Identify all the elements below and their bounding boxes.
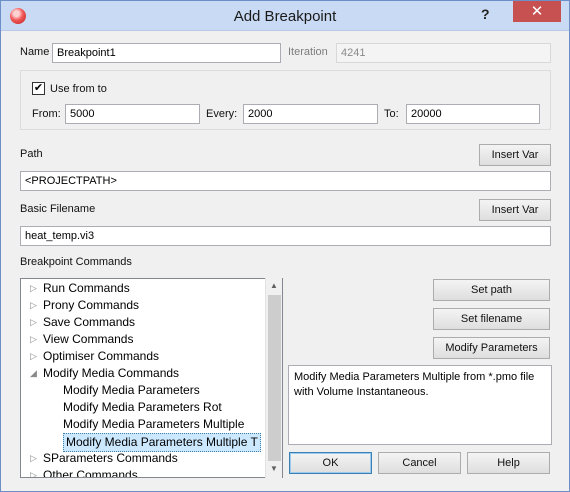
tree-item-label: Optimiser Commands <box>43 349 160 363</box>
ok-button[interactable]: OK <box>289 452 372 474</box>
collapsed-arrow-icon[interactable]: ▷ <box>30 297 37 314</box>
title-bar: Add Breakpoint ? ✕ <box>1 1 569 31</box>
command-description: Modify Media Parameters Multiple from *.… <box>288 365 552 445</box>
tree-item-label: Modify Media Commands <box>43 366 180 380</box>
tree-item-label: Other Commands <box>43 468 138 478</box>
collapsed-arrow-icon[interactable]: ▷ <box>30 280 37 297</box>
scroll-down-icon[interactable]: ▼ <box>266 461 282 477</box>
collapsed-arrow-icon[interactable]: ▷ <box>30 348 37 365</box>
tree-item-label: Prony Commands <box>43 298 140 312</box>
scroll-thumb[interactable] <box>268 295 281 461</box>
iteration-field: 4241 <box>336 43 551 63</box>
tree-item-label: SParameters Commands <box>43 451 178 465</box>
from-label: From: <box>32 108 61 120</box>
tree-item-label: View Commands <box>43 332 134 346</box>
tree-scrollbar[interactable]: ▲ ▼ <box>265 278 282 478</box>
checkmark-icon: ✔ <box>33 82 44 94</box>
collapsed-arrow-icon[interactable]: ▷ <box>30 450 37 467</box>
set-filename-button[interactable]: Set filename <box>433 308 550 330</box>
expanded-arrow-icon[interactable]: ◢ <box>30 365 37 382</box>
add-breakpoint-dialog: Add Breakpoint ? ✕ Name Breakpoint1 Iter… <box>0 0 570 492</box>
path-label: Path <box>20 148 43 160</box>
every-label: Every: <box>206 108 238 120</box>
iteration-label: Iteration <box>288 46 328 58</box>
commands-tree[interactable]: ▷ Run Commands ▷ Prony Commands ▷ Save Comman… <box>20 278 283 478</box>
use-from-to-label[interactable]: Use from to <box>50 83 107 95</box>
collapsed-arrow-icon[interactable]: ▷ <box>30 331 37 348</box>
close-button[interactable]: ✕ <box>513 1 561 22</box>
path-input[interactable]: <PROJECTPATH> <box>20 171 551 191</box>
basic-filename-label: Basic Filename <box>20 203 96 215</box>
breakpoint-commands-label: Breakpoint Commands <box>20 256 132 268</box>
modify-parameters-button[interactable]: Modify Parameters <box>433 337 550 359</box>
cancel-button[interactable]: Cancel <box>378 452 461 474</box>
name-input[interactable]: Breakpoint1 <box>52 43 281 63</box>
insert-var-path-button[interactable]: Insert Var <box>479 144 551 166</box>
tree-item-label: Save Commands <box>43 315 136 329</box>
to-input[interactable]: 20000 <box>406 104 540 124</box>
tree-item-label: Modify Media Parameters Rot <box>63 400 222 414</box>
tree-item-label: Run Commands <box>43 281 130 295</box>
every-input[interactable]: 2000 <box>243 104 378 124</box>
use-from-to-checkbox[interactable]: ✔ <box>32 82 45 95</box>
tree-item-label: Modify Media Parameters <box>63 383 200 397</box>
tree-item-label: Modify Media Parameters Multiple <box>63 417 245 431</box>
set-path-button[interactable]: Set path <box>433 279 550 301</box>
insert-var-filename-button[interactable]: Insert Var <box>479 199 551 221</box>
scroll-up-icon[interactable]: ▲ <box>266 278 282 294</box>
collapsed-arrow-icon[interactable]: ▷ <box>30 314 37 331</box>
filename-input[interactable]: heat_temp.vi3 <box>20 226 551 246</box>
to-label: To: <box>384 108 399 120</box>
help-button[interactable]: Help <box>467 452 550 474</box>
collapsed-arrow-icon[interactable]: ▷ <box>30 467 37 477</box>
close-icon[interactable]: ✕ <box>531 3 544 20</box>
help-title-button[interactable]: ? <box>481 6 490 22</box>
from-input[interactable]: 5000 <box>65 104 200 124</box>
name-label: Name <box>20 46 50 58</box>
